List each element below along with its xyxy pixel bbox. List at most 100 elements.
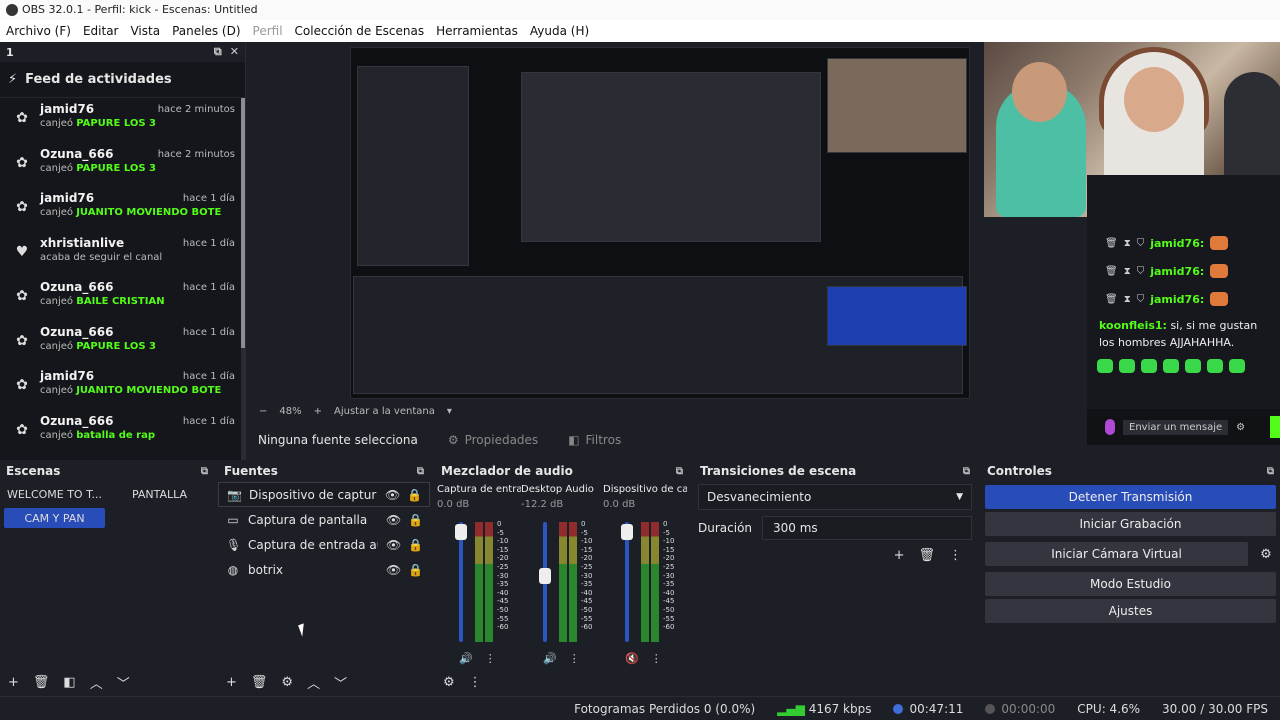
preview-canvas[interactable] bbox=[350, 47, 970, 399]
duration-input[interactable]: 300 ms bbox=[762, 516, 972, 540]
send-button[interactable] bbox=[1270, 416, 1280, 438]
volume-slider[interactable] bbox=[625, 522, 629, 642]
trash-icon[interactable]: 🗑 bbox=[918, 548, 935, 563]
add-icon[interactable]: + bbox=[226, 675, 237, 690]
lock-icon[interactable]: 🔒 bbox=[408, 563, 423, 577]
float-dock-icon[interactable]: ⧉ bbox=[963, 466, 970, 477]
menu-vista[interactable]: Vista bbox=[124, 24, 166, 38]
speaker-icon[interactable]: 🔊 bbox=[543, 652, 557, 665]
chevron-down-icon[interactable]: ▾ bbox=[447, 406, 452, 417]
emote-icon[interactable] bbox=[1141, 359, 1157, 373]
menu-editar[interactable]: Editar bbox=[77, 24, 125, 38]
timeout-icon[interactable]: ⧗ bbox=[1124, 266, 1131, 277]
timeout-icon[interactable]: ⧗ bbox=[1124, 238, 1131, 249]
float-dock-icon[interactable]: ⧉ bbox=[201, 466, 208, 477]
filter-icon[interactable]: ◧ bbox=[63, 675, 75, 690]
more-options-icon[interactable]: ⋮ bbox=[949, 548, 962, 563]
source-item[interactable]: ◍ botrix 👁 🔒 bbox=[218, 557, 430, 582]
filters-button[interactable]: ◧ Filtros bbox=[568, 433, 621, 447]
source-item[interactable]: ▭ Captura de pantalla 👁 🔒 bbox=[218, 507, 430, 532]
chevron-down-icon[interactable]: ﹀ bbox=[117, 673, 130, 692]
more-options-icon[interactable]: ⋮ bbox=[485, 652, 496, 665]
gear-icon[interactable]: ⚙ bbox=[1252, 547, 1280, 562]
ban-icon[interactable]: ⛉ bbox=[1137, 266, 1145, 277]
emote-icon[interactable] bbox=[1185, 359, 1201, 373]
menu-coleccion-escenas[interactable]: Colección de Escenas bbox=[289, 24, 431, 38]
zoom-out-icon[interactable]: − bbox=[259, 406, 267, 417]
advanced-audio-icon[interactable]: ⚙ bbox=[443, 675, 455, 690]
chat-user[interactable]: jamid76: bbox=[1150, 293, 1204, 306]
volume-slider[interactable] bbox=[459, 522, 463, 642]
trash-icon[interactable]: 🗑 bbox=[1105, 238, 1118, 249]
fit-window-select[interactable]: Ajustar a la ventana bbox=[334, 406, 435, 417]
trash-icon[interactable]: 🗑 bbox=[33, 675, 50, 690]
more-options-icon[interactable]: ⋮ bbox=[569, 652, 580, 665]
chevron-up-icon[interactable]: ︿ bbox=[90, 673, 103, 692]
float-dock-icon[interactable]: ⧉ bbox=[214, 45, 222, 59]
emote-icon[interactable] bbox=[1119, 359, 1135, 373]
chat-user[interactable]: jamid76: bbox=[1150, 265, 1204, 278]
microphone-icon[interactable] bbox=[1105, 419, 1115, 435]
studio-mode-button[interactable]: Modo Estudio bbox=[985, 572, 1276, 596]
stop-stream-button[interactable]: Detener Transmisión bbox=[985, 485, 1276, 509]
eye-icon[interactable]: 👁 bbox=[386, 563, 401, 577]
settings-button[interactable]: Ajustes bbox=[985, 599, 1276, 623]
float-dock-icon[interactable]: ⧉ bbox=[417, 466, 424, 477]
scene-welcome[interactable]: WELCOME TO T... bbox=[4, 484, 105, 504]
more-options-icon[interactable]: ⋮ bbox=[469, 675, 482, 690]
feed-scrollbar[interactable] bbox=[241, 98, 245, 498]
trash-icon[interactable]: 🗑 bbox=[251, 675, 268, 690]
emote-icon[interactable] bbox=[1163, 359, 1179, 373]
chevron-up-icon[interactable]: ︿ bbox=[307, 673, 320, 692]
mixer-title: Mezclador de audio bbox=[441, 464, 573, 478]
chat-input[interactable]: Enviar un mensaje bbox=[1123, 419, 1229, 435]
gift-icon: ✿ bbox=[16, 199, 28, 215]
float-dock-icon[interactable]: ⧉ bbox=[676, 466, 683, 477]
volume-knob[interactable] bbox=[539, 568, 551, 584]
cpu-usage: CPU: 4.6% bbox=[1077, 701, 1141, 716]
lock-icon[interactable]: 🔒 bbox=[408, 538, 423, 552]
start-record-button[interactable]: Iniciar Grabación bbox=[985, 512, 1276, 536]
chevron-down-icon[interactable]: ﹀ bbox=[334, 673, 347, 692]
properties-button[interactable]: ⚙ Propiedades bbox=[448, 433, 538, 447]
source-item[interactable]: 📷 Dispositivo de captura de v 👁 🔒 bbox=[218, 482, 430, 507]
emote-icon[interactable] bbox=[1207, 359, 1223, 373]
virtual-camera-button[interactable]: Iniciar Cámara Virtual bbox=[985, 542, 1248, 566]
float-dock-icon[interactable]: ⧉ bbox=[1267, 466, 1274, 477]
muted-speaker-icon[interactable]: 🔇 bbox=[625, 652, 639, 665]
menu-perfil[interactable]: Perfil bbox=[247, 24, 289, 38]
scene-pantalla[interactable]: PANTALLA bbox=[109, 484, 210, 504]
menu-paneles[interactable]: Paneles (D) bbox=[166, 24, 246, 38]
emote-icon[interactable] bbox=[1229, 359, 1245, 373]
eye-icon[interactable]: 👁 bbox=[386, 538, 401, 552]
chat-user[interactable]: jamid76: bbox=[1150, 237, 1204, 250]
gear-icon[interactable]: ⚙ bbox=[281, 675, 293, 690]
scene-cam-y-pan[interactable]: CAM Y PAN bbox=[4, 508, 105, 528]
volume-knob[interactable] bbox=[621, 523, 633, 540]
lock-icon[interactable]: 🔒 bbox=[407, 488, 422, 502]
trash-icon[interactable]: 🗑 bbox=[1105, 266, 1118, 277]
eye-icon[interactable]: 👁 bbox=[386, 513, 401, 527]
zoom-in-icon[interactable]: + bbox=[314, 406, 322, 417]
settings-icon[interactable]: ⚙ bbox=[1236, 422, 1245, 433]
chat-message-user[interactable]: koonfleis1: bbox=[1099, 319, 1167, 332]
menu-herramientas[interactable]: Herramientas bbox=[430, 24, 524, 38]
eye-icon[interactable]: 👁 bbox=[385, 488, 400, 502]
timeout-icon[interactable]: ⧗ bbox=[1124, 294, 1131, 305]
trash-icon[interactable]: 🗑 bbox=[1105, 294, 1118, 305]
ban-icon[interactable]: ⛉ bbox=[1137, 238, 1145, 249]
close-dock-icon[interactable]: ✕ bbox=[230, 45, 239, 59]
speaker-icon[interactable]: 🔊 bbox=[459, 652, 473, 665]
source-item[interactable]: 🎙 Captura de entrada audio 👁 🔒 bbox=[218, 532, 430, 557]
meter-scale-label: -40 bbox=[581, 588, 593, 597]
menu-ayuda[interactable]: Ayuda (H) bbox=[524, 24, 595, 38]
volume-knob[interactable] bbox=[455, 523, 467, 540]
ban-icon[interactable]: ⛉ bbox=[1137, 294, 1145, 305]
menu-archivo[interactable]: Archivo (F) bbox=[0, 24, 77, 38]
add-icon[interactable]: + bbox=[8, 675, 19, 690]
lock-icon[interactable]: 🔒 bbox=[408, 513, 423, 527]
transition-select[interactable]: Desvanecimiento ▼ bbox=[698, 484, 972, 510]
emote-icon[interactable] bbox=[1097, 359, 1113, 373]
more-options-icon[interactable]: ⋮ bbox=[651, 652, 662, 665]
add-icon[interactable]: + bbox=[894, 548, 905, 563]
